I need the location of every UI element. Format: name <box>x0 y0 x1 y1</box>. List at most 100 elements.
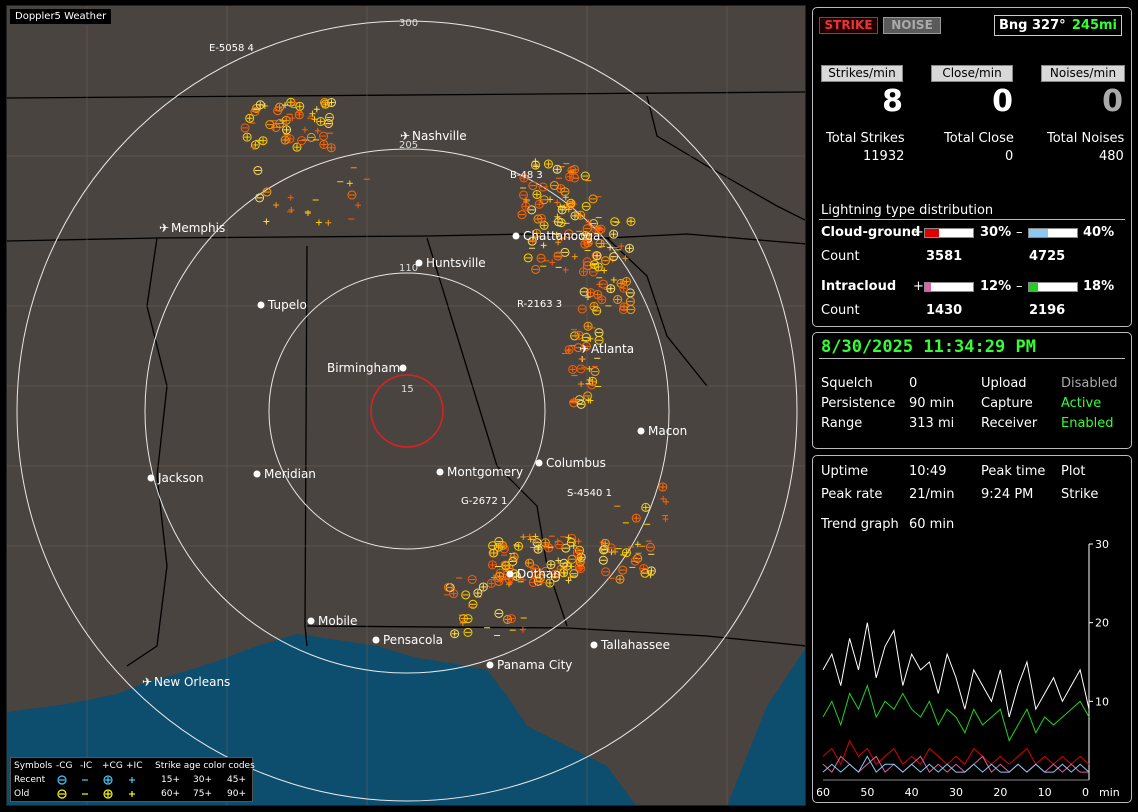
range-label: Range <box>821 416 863 431</box>
city-label: Panama City <box>497 658 572 672</box>
strike-marker <box>540 242 547 249</box>
strike-marker <box>606 284 616 294</box>
strike-marker <box>519 190 529 200</box>
strike-marker <box>489 548 499 558</box>
strike-marker <box>443 582 453 592</box>
cg-count-label: Count <box>821 249 860 264</box>
trend-panel: Uptime 10:49 Peak time Plot Peak rate 21… <box>812 455 1132 803</box>
city-tallahassee: Tallahassee <box>590 638 670 652</box>
noise-button[interactable]: NOISE <box>883 17 941 34</box>
city-birmingham: Birmingham <box>327 361 407 375</box>
strike-marker <box>294 110 304 120</box>
upload-value[interactable]: Disabled <box>1061 376 1117 391</box>
strike-marker <box>553 217 563 227</box>
strike-marker <box>291 99 298 106</box>
strike-button[interactable]: STRIKE <box>819 17 878 34</box>
strike-marker <box>301 126 308 133</box>
persistence-value[interactable]: 90 min <box>909 396 954 411</box>
trend-window-value[interactable]: 60 min <box>909 517 954 532</box>
strike-marker <box>640 568 650 578</box>
strike-marker <box>571 253 578 260</box>
strike-marker <box>598 555 608 565</box>
strike-marker <box>313 106 320 113</box>
strike-marker <box>641 502 651 512</box>
storm-id-r[interactable]: R-2163 3 <box>517 299 562 310</box>
bearing-label: Bng 327° <box>999 18 1066 33</box>
strike-marker <box>575 545 585 555</box>
x-tick-label: 40 <box>905 786 919 799</box>
strike-marker <box>280 135 290 145</box>
storm-id-e[interactable]: E-5058 4 <box>209 43 254 54</box>
x-tick-label: 0 <box>1082 786 1089 799</box>
capture-value[interactable]: Active <box>1061 396 1101 411</box>
strike-marker <box>578 355 585 362</box>
strike-marker <box>600 256 610 266</box>
strike-marker <box>570 173 580 183</box>
city-nashville: ✈ Nashville <box>400 129 467 143</box>
close-per-min-button[interactable]: Close/min <box>931 65 1013 82</box>
strike-marker <box>273 106 283 116</box>
strike-marker <box>624 243 634 253</box>
strike-counter-panel: STRIKE NOISE Bng 327° 245mi Strikes/min … <box>812 7 1132 327</box>
strike-marker <box>594 328 604 338</box>
storm-id-b[interactable]: B-48 3 <box>510 170 543 181</box>
strike-marker <box>509 552 519 562</box>
range-value[interactable]: 313 mi <box>909 416 954 431</box>
strike-marker <box>626 216 636 226</box>
city-tupelo: Tupelo <box>257 298 307 312</box>
ring-label-300: 300 <box>399 18 418 29</box>
cg-pos-count: 3581 <box>926 249 963 264</box>
strikes-per-min-button[interactable]: Strikes/min <box>821 65 903 82</box>
legend-old-label: Old <box>14 789 30 799</box>
city-dot <box>307 617 315 625</box>
strike-marker <box>450 629 460 639</box>
peak-rate-label: Peak rate <box>821 487 883 502</box>
strike-marker <box>355 202 362 209</box>
cg-neg-count: 4725 <box>1029 249 1066 264</box>
city-meridian: Meridian <box>253 467 316 481</box>
storm-id-g[interactable]: G-2672 1 <box>461 496 507 507</box>
city-label: Memphis <box>171 221 225 235</box>
legend-age-15: 15+ <box>161 775 180 785</box>
squelch-value[interactable]: 0 <box>909 376 917 391</box>
cg-pos-bar <box>924 228 974 238</box>
strike-marker <box>575 538 582 545</box>
strike-marker <box>531 264 541 274</box>
receiver-label: Receiver <box>981 416 1038 431</box>
strike-map[interactable]: 300 205 110 15 E-5058 4 B-48 3 R-2163 3 … <box>6 5 806 806</box>
strike-marker <box>463 614 473 624</box>
strike-marker <box>478 582 488 592</box>
current-datetime: 8/30/2025 11:34:29 PM <box>821 337 1036 357</box>
strike-marker <box>304 210 311 217</box>
city-label: Chattanooga <box>523 229 600 243</box>
close-per-min-value: 0 <box>992 84 1013 119</box>
distribution-title: Lightning type distribution <box>821 203 994 218</box>
city-label: Tupelo <box>267 298 307 312</box>
y-tick-label: 10 <box>1095 695 1109 708</box>
plot-value[interactable]: Strike <box>1061 487 1098 502</box>
city-label: Montgomery <box>447 465 523 479</box>
x-tick-label: 10 <box>1038 786 1052 799</box>
noises-per-min-button[interactable]: Noises/min <box>1041 65 1125 82</box>
x-tick-label: 60 <box>817 786 830 799</box>
x-unit-label: min <box>1099 786 1120 799</box>
strike-marker <box>242 132 252 142</box>
strike-marker <box>552 164 562 174</box>
noises-per-min-value: 0 <box>1102 84 1123 119</box>
total-noises-value: 480 <box>1099 149 1124 164</box>
ic-neg-sign: – <box>1016 279 1023 294</box>
city-huntsville: Huntsville <box>415 256 486 270</box>
strike-marker <box>487 560 497 570</box>
airport-icon: ✈ <box>579 342 589 356</box>
trend-series-0 <box>822 622 1090 718</box>
legend-age-45: 45+ <box>227 775 246 785</box>
city-montgomery: Montgomery <box>436 465 523 479</box>
receiver-value[interactable]: Enabled <box>1061 416 1114 431</box>
strike-marker <box>467 574 477 584</box>
city-jackson: Jackson <box>147 471 204 485</box>
strike-marker <box>663 498 670 505</box>
strike-marker <box>528 181 538 191</box>
strike-marker <box>534 199 544 209</box>
city-label: New Orleans <box>154 675 230 689</box>
storm-id-s[interactable]: S-4540 1 <box>567 488 612 499</box>
